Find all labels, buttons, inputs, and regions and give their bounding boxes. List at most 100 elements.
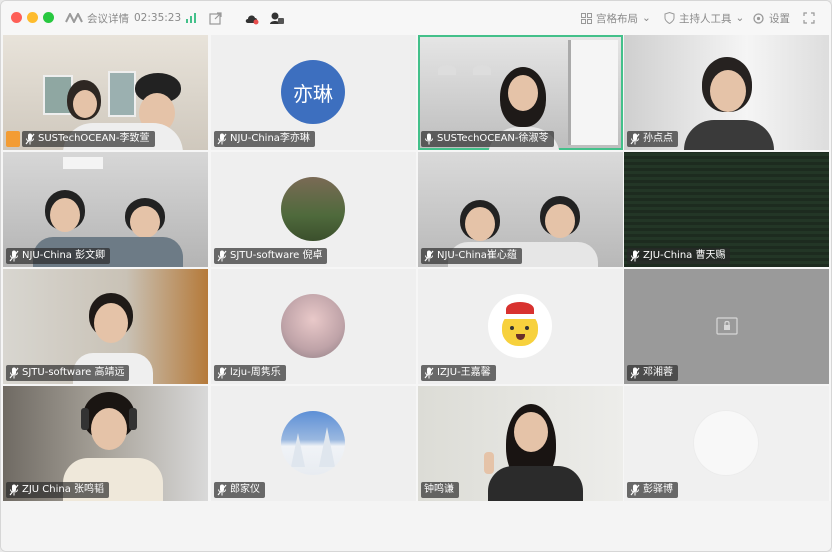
participant-name-tag: ZJU-China 曹天赐	[627, 248, 731, 264]
chevron-down-icon: ⌄	[735, 12, 745, 24]
host-tools-label: 主持人工具	[679, 12, 732, 25]
grid-icon	[581, 12, 592, 24]
snowy-tree	[291, 433, 305, 467]
participant-name-tag: NJU-China 彭文卿	[6, 248, 111, 264]
participant-name-tag: NJU-China崔心蕴	[421, 248, 522, 264]
participant-name-tag: NJU-China李亦琳	[214, 131, 315, 147]
fullscreen-button[interactable]	[803, 1, 815, 35]
camera-off-icon	[716, 317, 738, 335]
participant-tile[interactable]: 钟鸣谦	[418, 386, 623, 501]
maximize-window-button[interactable]	[43, 12, 54, 23]
ceiling-lamp	[473, 65, 491, 75]
participant-name: SUSTechOCEAN-徐淑苓	[437, 133, 549, 144]
mic-muted-icon	[25, 133, 35, 145]
member-manage-icon[interactable]	[269, 1, 285, 35]
participant-name: IZJU-王嘉馨	[437, 367, 491, 378]
participant-name: NJU-China 彭文卿	[22, 250, 106, 261]
participant-name-tag: ZJU China 张鸣韬	[6, 482, 110, 498]
participant-name: SJTU-software 倪卓	[230, 250, 323, 261]
eye	[510, 326, 514, 330]
participant-tile[interactable]: 孙点点	[624, 35, 829, 150]
participant-name: ZJU-China 曹天赐	[643, 250, 726, 261]
participant-tile[interactable]: 邓湘蓉	[624, 269, 829, 384]
headphone	[81, 408, 89, 430]
participant-tile-active-speaker[interactable]: SUSTechOCEAN-徐淑苓	[418, 35, 623, 150]
mic-muted-icon	[630, 250, 640, 262]
face	[545, 204, 575, 238]
face	[73, 90, 97, 118]
mic-muted-icon	[9, 484, 19, 496]
avatar	[281, 177, 345, 241]
headphone	[129, 408, 137, 430]
eye	[525, 326, 529, 330]
participant-name-tag: 彭驿博	[627, 482, 678, 498]
face	[465, 207, 495, 241]
mic-muted-icon	[9, 367, 19, 379]
ceiling-light	[63, 157, 103, 169]
settings-button[interactable]: 设置	[752, 1, 790, 35]
participant-tile[interactable]: ZJU China 张鸣韬	[3, 386, 208, 501]
share-window-icon[interactable]	[209, 1, 222, 35]
host-tools-button[interactable]: 主持人工具 ⌄	[664, 1, 744, 35]
avatar	[281, 411, 345, 475]
meeting-timer: 02:35:23	[134, 1, 181, 35]
participant-name: ZJU China 张鸣韬	[22, 484, 105, 495]
snowy-tree	[319, 427, 335, 467]
avatar	[694, 411, 758, 475]
participant-name: NJU-China李亦琳	[230, 133, 310, 144]
participant-tile[interactable]: 亦琳 NJU-China李亦琳	[211, 35, 416, 150]
network-signal-icon[interactable]	[185, 1, 197, 35]
participant-tile[interactable]: IZJU-王嘉馨	[418, 269, 623, 384]
meeting-logo-icon	[65, 13, 83, 23]
participant-name: 孙点点	[643, 133, 673, 144]
participant-name-tag: SJTU-software 高靖远	[6, 365, 130, 381]
face	[50, 198, 80, 232]
participant-tile[interactable]: NJU-China崔心蕴	[418, 152, 623, 267]
close-window-button[interactable]	[11, 12, 22, 23]
mic-muted-icon	[217, 484, 227, 496]
ceiling-lamp	[438, 65, 456, 75]
face	[514, 412, 548, 452]
cloud-record-icon[interactable]	[244, 1, 260, 35]
mic-muted-icon	[217, 367, 227, 379]
participant-tile[interactable]: SJTU-software 倪卓	[211, 152, 416, 267]
layout-menu-button[interactable]: 宫格布局 ⌄	[581, 1, 651, 35]
meeting-info-button[interactable]: 会议详情	[65, 1, 129, 35]
avatar: 亦琳	[281, 60, 345, 124]
minimize-window-button[interactable]	[27, 12, 38, 23]
hand	[484, 452, 494, 474]
participant-tile[interactable]: lzju-周隽乐	[211, 269, 416, 384]
participant-name-tag: SUSTechOCEAN-徐淑苓	[421, 131, 554, 147]
face	[94, 303, 128, 343]
face	[508, 75, 538, 111]
bottom-toolbar	[1, 501, 831, 551]
chevron-down-icon: ⌄	[642, 12, 651, 24]
mic-muted-icon	[424, 250, 434, 262]
participant-name-tag: lzju-周隽乐	[214, 365, 286, 381]
participant-name-tag: 钟鸣谦	[421, 482, 459, 498]
fullscreen-icon	[803, 12, 815, 24]
mic-muted-icon	[217, 250, 227, 262]
participant-tile[interactable]: NJU-China 彭文卿	[3, 152, 208, 267]
participant-tile[interactable]: 郎家仪	[211, 386, 416, 501]
participant-name-tag: 孙点点	[627, 131, 678, 147]
santa-hat-trim	[504, 314, 536, 319]
avatar-text: 亦琳	[293, 81, 333, 106]
window	[568, 40, 618, 145]
mic-muted-icon	[424, 367, 434, 379]
participant-tile[interactable]: ZJU-China 曹天赐	[624, 152, 829, 267]
participant-name-tag: SJTU-software 倪卓	[214, 248, 328, 264]
participant-name: 郎家仪	[230, 484, 260, 495]
meeting-info-label: 会议详情	[87, 12, 129, 25]
timer-text: 02:35:23	[134, 12, 182, 24]
participant-tile[interactable]: SUSTechOCEAN-李致萱	[3, 35, 208, 150]
clothing	[488, 466, 583, 501]
participant-tile[interactable]: 彭驿博	[624, 386, 829, 501]
participant-tile[interactable]: SJTU-software 高靖远	[3, 269, 208, 384]
host-badge-icon	[6, 131, 20, 147]
participant-name: NJU-China崔心蕴	[437, 250, 517, 261]
face	[91, 408, 127, 450]
participant-name-tag: SUSTechOCEAN-李致萱	[22, 131, 155, 147]
face	[130, 206, 160, 238]
avatar	[488, 294, 552, 358]
